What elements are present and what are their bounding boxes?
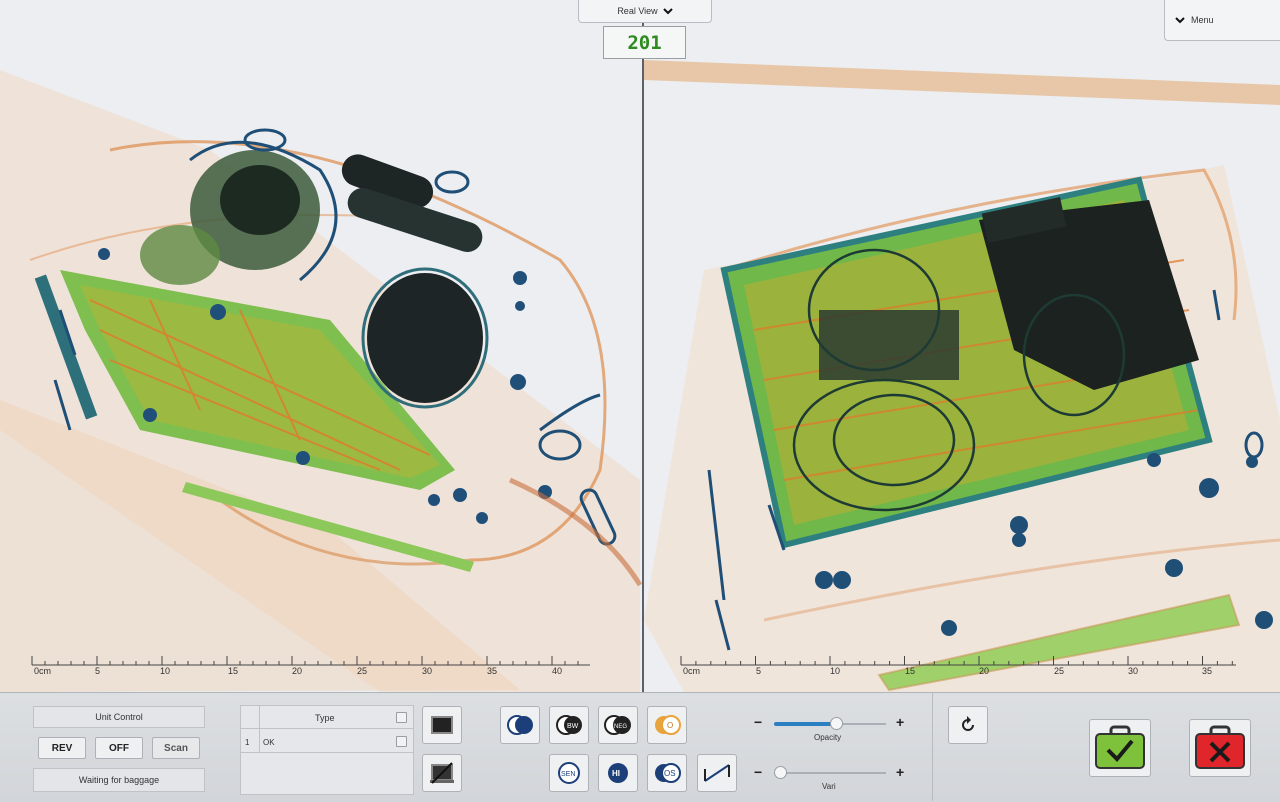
vari-plus-button[interactable]: +	[896, 764, 904, 780]
ruler-tick-label: 15	[228, 666, 238, 676]
bw-icon: BW	[556, 715, 582, 735]
display-mode-button[interactable]	[422, 706, 462, 744]
ruler-right: 0cm 5 10 15 20 25 30 35	[680, 656, 1236, 676]
refresh-icon	[962, 716, 974, 731]
os-button[interactable]: OS	[647, 754, 687, 792]
unit-control-title: Unit Control	[95, 712, 143, 722]
opacity-slider-handle[interactable]	[829, 717, 843, 730]
hi-icon: HI	[608, 763, 628, 783]
ruler-tick-label: 35	[1202, 666, 1212, 676]
ruler-tick-label: 5	[95, 666, 100, 676]
opacity-label: Opacity	[814, 733, 842, 742]
ruler-tick-label: 40	[552, 666, 562, 676]
bw-text: BW	[567, 723, 579, 730]
status-text: Waiting for baggage	[78, 775, 160, 785]
row-checkbox[interactable]	[396, 736, 407, 747]
xray-view-left[interactable]: 0cm 5 10 15 20 25 30 35 40	[0, 0, 642, 692]
ruler-tick-label: 30	[1128, 666, 1138, 676]
sen-text: SEN	[561, 771, 575, 778]
opacity-slider-fill	[774, 722, 836, 726]
ruler-tick-label: 30	[422, 666, 432, 676]
column-divider	[259, 706, 260, 753]
vari-minus-button[interactable]: −	[754, 764, 762, 780]
ruler-unit-label: 0cm	[34, 666, 51, 676]
bw-button[interactable]: BW	[549, 706, 589, 744]
type-table-header: Type	[241, 706, 413, 729]
chevron-down-icon	[662, 7, 673, 14]
ruler-tick-label: 5	[756, 666, 761, 676]
os-text: OS	[664, 769, 676, 778]
bag-check-icon	[1095, 725, 1145, 769]
view-mode-label: Real View	[617, 6, 658, 16]
ruler-tick-label: 25	[357, 666, 367, 676]
display-off-button[interactable]	[422, 754, 462, 792]
ts-button[interactable]: TS	[500, 706, 540, 744]
rev-button[interactable]: REV	[38, 737, 86, 759]
curve-icon	[704, 764, 730, 782]
table-row[interactable]: 1 OK	[241, 729, 413, 753]
neg-text: NEG	[614, 724, 627, 730]
menu-button[interactable]: Menu	[1164, 0, 1280, 41]
monitor-icon	[431, 716, 453, 734]
sen-icon: SEN	[558, 762, 580, 784]
ruler-tick-label: 10	[830, 666, 840, 676]
neg-icon: NEG	[604, 715, 631, 735]
monitor-off-icon	[430, 762, 454, 784]
reset-button[interactable]	[948, 706, 988, 744]
o2-text: O	[667, 721, 673, 730]
vari-slider-handle[interactable]	[773, 766, 787, 779]
ts-icon: TS	[507, 715, 533, 735]
type-table: Type 1 OK	[240, 705, 414, 795]
ruler-tick-label: 25	[1054, 666, 1064, 676]
opacity-plus-button[interactable]: +	[896, 714, 904, 730]
sen-button[interactable]: SEN	[549, 754, 589, 792]
ruler-left: 0cm 5 10 15 20 25 30 35 40	[31, 656, 590, 676]
type-header-label: Type	[315, 713, 335, 723]
bag-counter: 201	[603, 26, 686, 59]
hi-button[interactable]: HI	[598, 754, 638, 792]
ruler-tick-label: 10	[160, 666, 170, 676]
ruler-tick-label: 15	[905, 666, 915, 676]
vari-slider-track[interactable]	[774, 772, 886, 774]
row-number: 1	[245, 738, 250, 747]
menu-label: Menu	[1191, 15, 1214, 25]
view-mode-dropdown[interactable]: Real View	[578, 0, 712, 23]
row-type-value: OK	[263, 738, 275, 747]
hi-text: HI	[612, 769, 620, 778]
off-button[interactable]: OFF	[95, 737, 143, 759]
reject-bag-button[interactable]	[1189, 719, 1251, 777]
opacity-minus-button[interactable]: −	[754, 714, 762, 730]
curve-button[interactable]	[697, 754, 737, 792]
scan-button[interactable]: Scan	[152, 737, 200, 759]
vari-label: Vari	[822, 782, 836, 791]
ruler-tick-label: 35	[487, 666, 497, 676]
ruler-tick-label: 20	[292, 666, 302, 676]
o2-icon: O	[655, 715, 681, 735]
ts-text: TS	[515, 721, 527, 731]
panel-separator	[932, 693, 933, 801]
neg-button[interactable]: NEG	[598, 706, 638, 744]
bag-cross-icon	[1195, 725, 1245, 769]
xray-view-right[interactable]: 0cm 5 10 15 20 25 30 35	[644, 0, 1280, 692]
header-checkbox[interactable]	[396, 712, 407, 723]
ruler-unit-label: 0cm	[683, 666, 700, 676]
o2-button[interactable]: O	[647, 706, 687, 744]
os-icon: OS	[655, 763, 681, 783]
chevron-down-icon	[1175, 16, 1185, 23]
accept-bag-button[interactable]	[1089, 719, 1151, 777]
ruler-tick-label: 20	[979, 666, 989, 676]
